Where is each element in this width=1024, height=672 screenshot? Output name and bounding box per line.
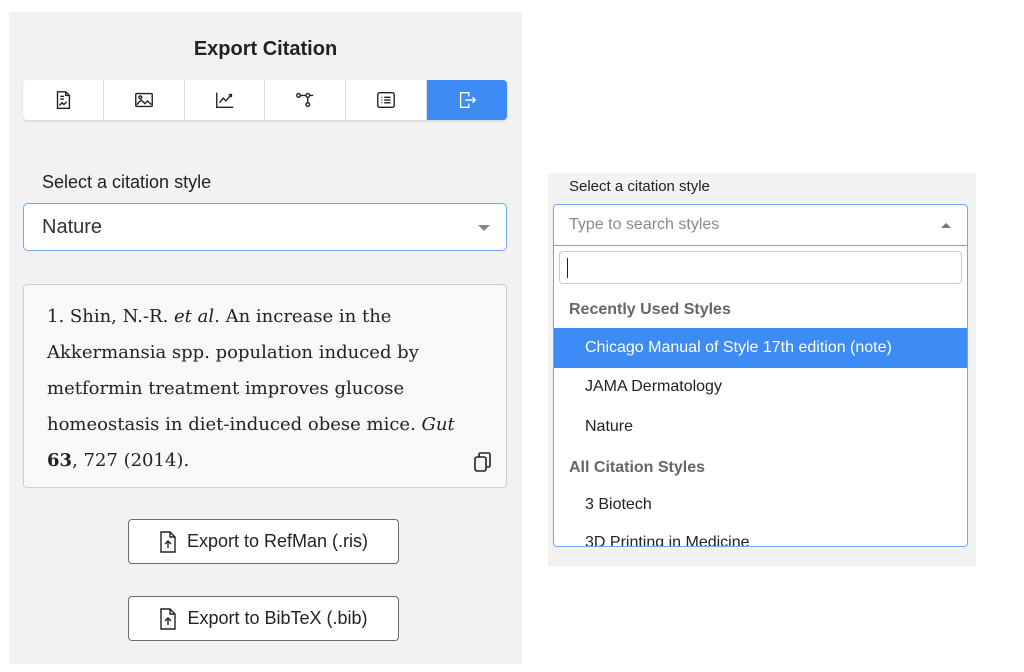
text-cursor xyxy=(567,258,568,278)
select-placeholder: Type to search styles xyxy=(569,216,720,233)
export-citation-panel: Export Citation Select a citation style … xyxy=(9,12,522,664)
chart-icon xyxy=(215,92,233,109)
document-icon xyxy=(56,91,71,109)
citation-journal: Gut xyxy=(421,414,455,435)
citation-volume: 63 xyxy=(47,450,73,471)
tab-document[interactable] xyxy=(23,80,104,120)
chevron-down-icon xyxy=(478,225,490,231)
tab-image[interactable] xyxy=(104,80,185,120)
citation-pages-year: , 727 (2014). xyxy=(72,450,190,471)
group-recent-styles: Recently Used Styles xyxy=(569,301,731,318)
citation-style-label: Select a citation style xyxy=(569,178,710,195)
selected-style-value: Nature xyxy=(42,215,103,238)
citation-style-label: Select a citation style xyxy=(42,172,212,192)
option-nature[interactable]: Nature xyxy=(554,407,967,447)
style-search-input[interactable] xyxy=(559,251,962,284)
tab-export[interactable] xyxy=(427,80,507,120)
option-3-biotech[interactable]: 3 Biotech xyxy=(554,485,967,525)
option-3d-printing-in-medicine[interactable]: 3D Printing in Medicine xyxy=(554,523,967,546)
list-icon xyxy=(377,91,396,109)
panel-title: Export Citation xyxy=(193,38,338,60)
citation-style-dropdown-panel: Select a citation style Type to search s… xyxy=(548,173,976,566)
file-export-icon xyxy=(160,607,177,630)
citation-etal: et al xyxy=(174,306,215,327)
group-all-styles: All Citation Styles xyxy=(569,459,706,476)
copy-icon[interactable] xyxy=(472,450,494,474)
style-dropdown-list: Recently Used Styles Chicago Manual of S… xyxy=(553,246,968,547)
chevron-up-icon xyxy=(941,223,951,228)
tab-list[interactable] xyxy=(346,80,428,120)
citation-style-select-open[interactable]: Type to search styles xyxy=(553,204,968,246)
option-jama-dermatology[interactable]: JAMA Dermatology xyxy=(554,367,967,407)
file-export-icon xyxy=(160,530,176,553)
tab-network[interactable] xyxy=(265,80,347,120)
export-refman-label: Export to RefMan (.ris) xyxy=(186,531,369,551)
network-icon xyxy=(296,92,314,108)
image-icon xyxy=(134,92,153,108)
export-bibtex-label: Export to BibTeX (.bib) xyxy=(187,608,368,628)
export-icon xyxy=(459,91,477,109)
citation-style-select[interactable]: Nature xyxy=(23,203,507,251)
export-refman-button[interactable]: Export to RefMan (.ris) xyxy=(128,519,399,564)
citation-authors: 1. Shin, N.-R. xyxy=(47,306,175,327)
export-bibtex-button[interactable]: Export to BibTeX (.bib) xyxy=(128,596,399,641)
tab-chart[interactable] xyxy=(185,80,266,120)
citation-preview: 1. Shin, N.-R. et al. An increase in the… xyxy=(23,284,507,488)
tab-bar xyxy=(23,80,507,120)
option-chicago[interactable]: Chicago Manual of Style 17th edition (no… xyxy=(554,328,967,368)
